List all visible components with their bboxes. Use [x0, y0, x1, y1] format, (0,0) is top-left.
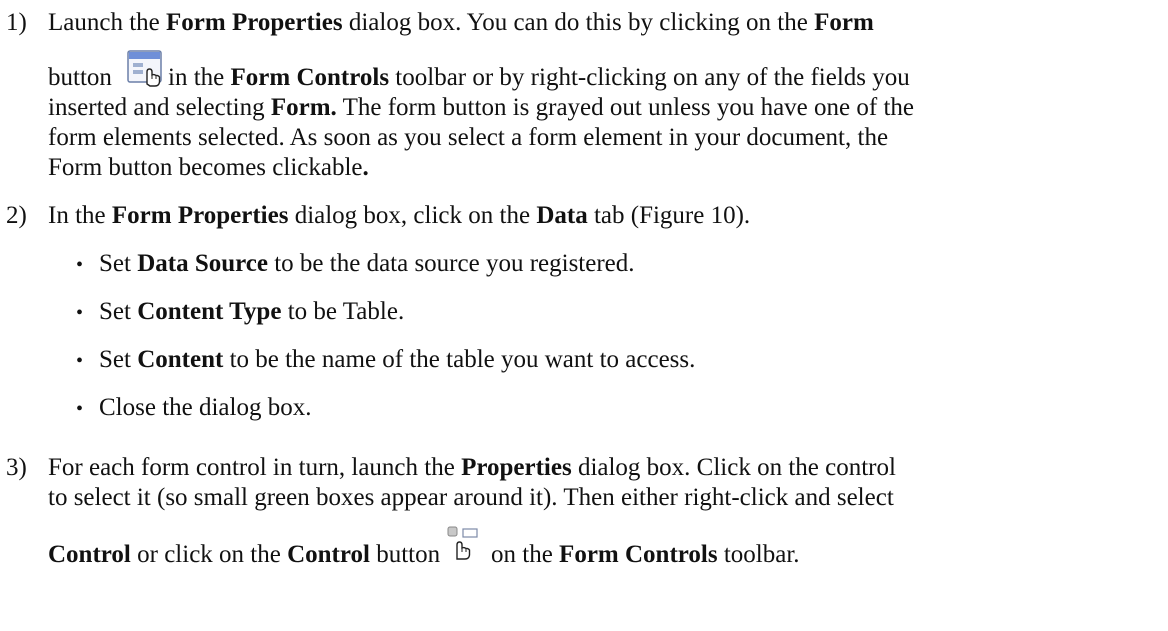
- bullet-4-text: Close the dialog box.: [99, 394, 312, 421]
- step-1-line-5: Form button becomes clickable.: [48, 154, 369, 181]
- step-1-line-2: button: [48, 64, 112, 91]
- step-3-line-1: For each form control in turn, launch th…: [48, 454, 896, 481]
- step-3-number: 3): [6, 454, 27, 481]
- control-properties-icon: [447, 526, 478, 560]
- document-page: 1) Launch the Form Properties dialog box…: [0, 0, 1168, 631]
- step-1-line-2-rest: in the Form Controls toolbar or by right…: [168, 64, 910, 91]
- bullet-3-marker: •: [76, 350, 84, 372]
- step-3-line-3-rest: on the Form Controls toolbar.: [491, 541, 800, 568]
- step-1-line-4: form elements selected. As soon as you s…: [48, 124, 889, 151]
- bullet-1-marker: •: [76, 254, 84, 276]
- form-properties-icon: [127, 50, 162, 87]
- bullet-4-marker: •: [76, 398, 84, 420]
- bullet-2-marker: •: [76, 302, 84, 324]
- step-1-line-1: Launch the Form Properties dialog box. Y…: [48, 9, 874, 36]
- bullet-3-text: Set Content to be the name of the table …: [99, 346, 696, 373]
- step-2-number: 2): [6, 202, 27, 229]
- step-3-line-2: to select it (so small green boxes appea…: [48, 484, 894, 511]
- step-1-number: 1): [6, 9, 27, 36]
- step-1-line-3: inserted and selecting Form. The form bu…: [48, 94, 914, 121]
- step-2-line-1: In the Form Properties dialog box, click…: [48, 202, 751, 229]
- step-3-line-3: Control or click on the Control button: [48, 541, 441, 568]
- bullet-2-text: Set Content Type to be Table.: [99, 298, 405, 325]
- bullet-1-text: Set Data Source to be the data source yo…: [99, 250, 635, 277]
